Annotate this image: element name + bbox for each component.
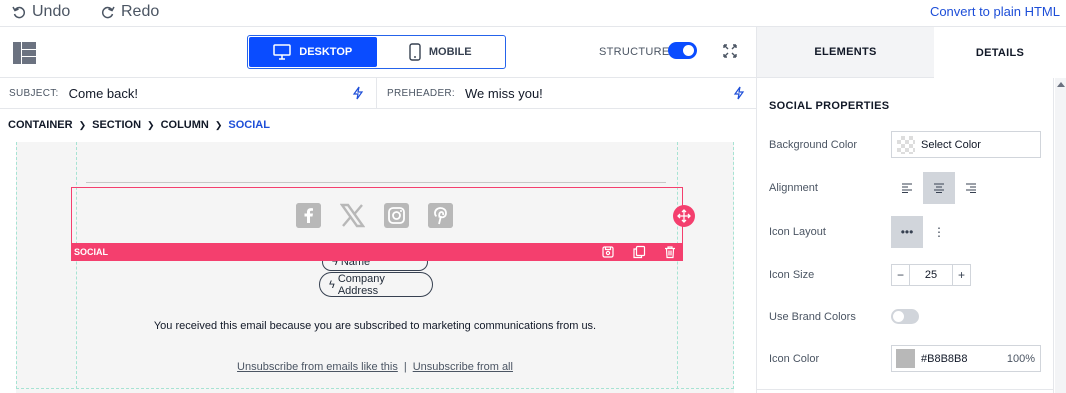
company-address-pill[interactable]: ϟ Company Address bbox=[319, 272, 433, 297]
social-toolbar: SOCIAL bbox=[71, 243, 683, 261]
decrement-button[interactable]: − bbox=[892, 265, 909, 285]
unsubscribe-all-link[interactable]: Unsubscribe from all bbox=[413, 361, 513, 373]
subject-row: SUBJECT: Come back! PREHEADER: We miss y… bbox=[0, 78, 757, 109]
instagram-icon[interactable] bbox=[384, 203, 409, 228]
top-toolbar: Undo Redo Convert to plain HTML bbox=[0, 0, 1066, 27]
tab-elements[interactable]: ELEMENTS bbox=[757, 27, 934, 78]
chevron-right-icon: ❯ bbox=[214, 120, 223, 130]
company-address: Company Address bbox=[337, 272, 385, 297]
facebook-icon[interactable] bbox=[296, 203, 321, 228]
layout-horizontal-button[interactable]: ••• bbox=[891, 216, 923, 248]
align-left-icon bbox=[902, 183, 912, 193]
redo-label: Redo bbox=[121, 3, 160, 20]
alignment-label: Alignment bbox=[769, 182, 818, 194]
undo-label: Undo bbox=[32, 3, 71, 20]
preheader-field[interactable]: PREHEADER: We miss you! bbox=[378, 78, 757, 109]
x-icon[interactable] bbox=[340, 203, 365, 228]
device-toggle: DESKTOP MOBILE bbox=[247, 35, 506, 69]
tab-details[interactable]: DETAILS bbox=[934, 27, 1066, 78]
alignment-group bbox=[891, 172, 987, 204]
undo-button[interactable]: Undo bbox=[12, 3, 70, 21]
icon-size-value[interactable]: 25 bbox=[909, 265, 953, 285]
crumb-container[interactable]: CONTAINER bbox=[8, 119, 73, 131]
crumb-social[interactable]: SOCIAL bbox=[228, 119, 270, 131]
chevron-right-icon: ❯ bbox=[78, 120, 87, 130]
icon-layout-group: ••• ⋮ bbox=[891, 216, 955, 248]
properties-title: SOCIAL PROPERTIES bbox=[769, 100, 890, 112]
brand-colors-label: Use Brand Colors bbox=[769, 311, 856, 323]
view-toolbar: DESKTOP MOBILE STRUCTURE bbox=[0, 27, 757, 78]
save-icon[interactable] bbox=[601, 245, 615, 259]
social-icons bbox=[296, 203, 453, 228]
icon-color-label: Icon Color bbox=[769, 353, 820, 365]
desktop-button[interactable]: DESKTOP bbox=[249, 37, 377, 67]
preheader-label: PREHEADER: bbox=[387, 88, 456, 99]
dots-horizontal-icon: ••• bbox=[900, 225, 914, 239]
subject-field[interactable]: SUBJECT: Come back! bbox=[0, 78, 377, 109]
background-color-picker[interactable]: Select Color bbox=[891, 131, 1041, 158]
move-handle-icon[interactable] bbox=[673, 205, 695, 227]
align-center-button[interactable] bbox=[923, 172, 955, 204]
icon-color-picker[interactable]: #B8B8B8 100% bbox=[891, 345, 1041, 372]
breadcrumb: CONTAINER ❯ SECTION ❯ COLUMN ❯ SOCIAL bbox=[8, 119, 270, 131]
scrollbar[interactable] bbox=[1055, 78, 1066, 393]
increment-button[interactable]: + bbox=[953, 265, 970, 285]
convert-plain-html-link[interactable]: Convert to plain HTML bbox=[930, 4, 1060, 19]
icon-color-opacity: 100% bbox=[1006, 352, 1035, 365]
subscription-notice: You received this email because you are … bbox=[153, 320, 597, 332]
redo-button[interactable]: Redo bbox=[101, 3, 159, 21]
background-color-label: Background Color bbox=[769, 139, 858, 151]
mobile-label: MOBILE bbox=[428, 46, 472, 58]
social-block[interactable]: SOCIAL bbox=[71, 187, 695, 261]
structure-toggle[interactable] bbox=[668, 42, 697, 59]
icon-size-label: Icon Size bbox=[769, 269, 815, 281]
icon-layout-label: Icon Layout bbox=[769, 226, 826, 238]
properties-panel: ELEMENTS DETAILS SOCIAL PROPERTIES Backg… bbox=[757, 27, 1066, 393]
chevron-right-icon: ❯ bbox=[147, 120, 155, 130]
divider bbox=[86, 182, 666, 183]
color-swatch bbox=[896, 349, 915, 368]
transparent-swatch bbox=[897, 135, 915, 154]
scroll-up-icon[interactable] bbox=[1057, 82, 1065, 87]
layout-vertical-button[interactable]: ⋮ bbox=[923, 216, 955, 248]
crumb-column[interactable]: COLUMN bbox=[161, 119, 209, 131]
pinterest-icon[interactable] bbox=[428, 203, 453, 228]
mobile-icon bbox=[409, 43, 421, 61]
duplicate-icon[interactable] bbox=[632, 245, 646, 259]
icon-color-hex: #B8B8B8 bbox=[921, 352, 968, 365]
undo-icon bbox=[12, 6, 26, 19]
separator: | bbox=[403, 361, 407, 373]
crumb-section[interactable]: SECTION bbox=[92, 119, 141, 131]
align-right-button[interactable] bbox=[955, 172, 987, 204]
email-canvas: ϟ Company Name ϟ Company Address bbox=[16, 142, 734, 393]
subject-label: SUBJECT: bbox=[9, 88, 59, 99]
social-block-label: SOCIAL bbox=[74, 247, 109, 257]
layout-icon[interactable] bbox=[13, 42, 36, 64]
brand-colors-toggle[interactable] bbox=[891, 309, 919, 324]
block-actions bbox=[601, 245, 677, 259]
align-left-button[interactable] bbox=[891, 172, 923, 204]
social-properties: SOCIAL PROPERTIES Background Color Selec… bbox=[757, 78, 1054, 393]
icon-size-stepper: − 25 + bbox=[891, 264, 971, 286]
desktop-label: DESKTOP bbox=[299, 46, 353, 58]
desktop-icon bbox=[273, 44, 291, 60]
unsubscribe-links: Unsubscribe from emails like this | Unsubs… bbox=[16, 361, 734, 373]
bolt-icon[interactable] bbox=[733, 86, 745, 100]
expand-icon[interactable] bbox=[722, 43, 738, 59]
bolt-icon: ϟ bbox=[329, 278, 335, 291]
trash-icon[interactable] bbox=[663, 245, 677, 259]
align-center-icon bbox=[934, 183, 944, 193]
mobile-button[interactable]: MOBILE bbox=[377, 37, 505, 67]
align-right-icon bbox=[966, 183, 976, 193]
structure-label: STRUCTURE bbox=[599, 46, 670, 58]
select-color-text: Select Color bbox=[921, 138, 981, 151]
dots-vertical-icon: ⋮ bbox=[933, 225, 945, 239]
editor-area: DESKTOP MOBILE STRUCTURE SUBJECT: Come b… bbox=[0, 27, 757, 393]
unsubscribe-like-this-link[interactable]: Unsubscribe from emails like this bbox=[237, 361, 398, 373]
redo-icon bbox=[101, 6, 115, 19]
subject-value[interactable]: Come back! bbox=[69, 86, 138, 101]
divider bbox=[757, 389, 1054, 390]
bolt-icon[interactable] bbox=[352, 86, 364, 100]
preheader-value[interactable]: We miss you! bbox=[465, 86, 543, 101]
